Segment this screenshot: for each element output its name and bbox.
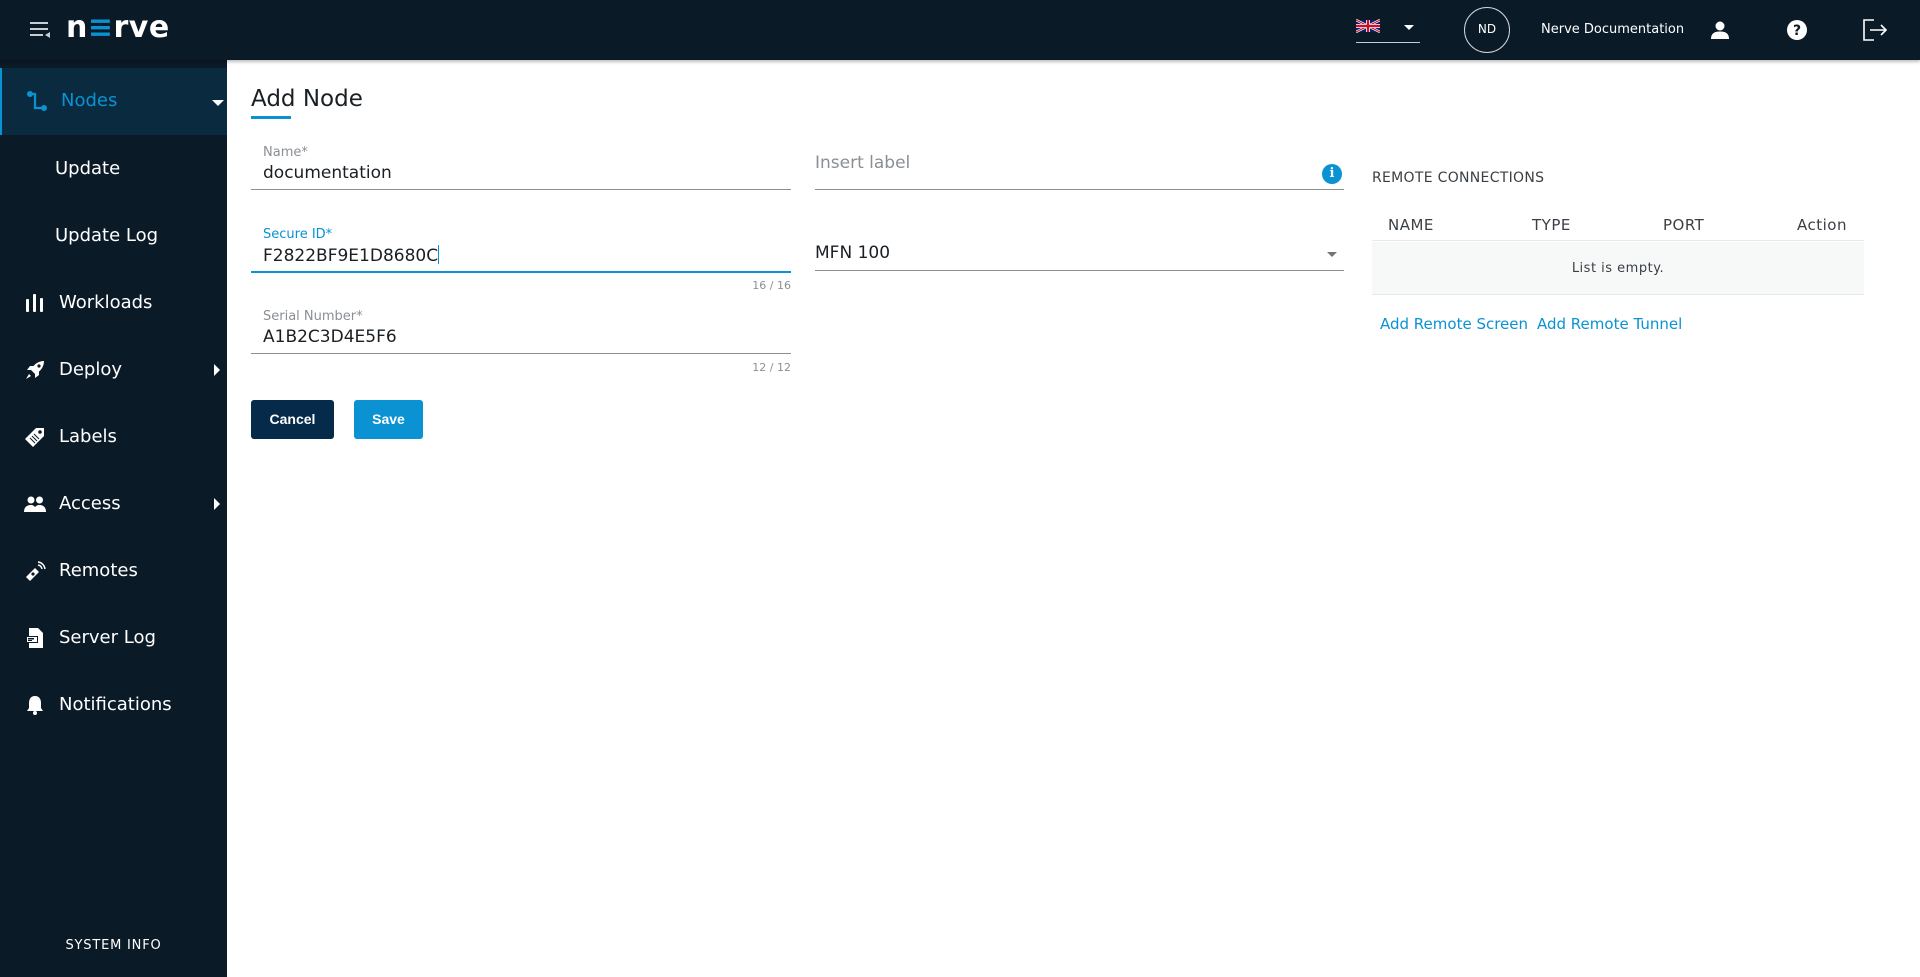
sidebar-item-deploy[interactable]: Deploy [0,337,227,404]
secure-id-value: F2822BF9E1D8680C [263,246,439,266]
rocket-icon [26,361,44,379]
sidebar-item-access[interactable]: Access [0,471,227,538]
page-title: Add Node [251,86,363,112]
sidebar-item-label: Notifications [59,694,172,715]
nerve-logo[interactable]: n≡rve [66,10,170,45]
sidebar-item-notifications[interactable]: Notifications [0,672,227,739]
serial-number-input[interactable]: A1B2C3D4E5F6 [263,327,397,347]
labels-input[interactable]: Insert label [815,153,910,173]
column-header-port: PORT [1663,216,1705,234]
column-header-name: NAME [1388,216,1434,234]
add-remote-screen-link[interactable]: Add Remote Screen [1380,315,1528,333]
secure-id-counter: 16 / 16 [752,279,791,292]
serial-number-field[interactable]: Serial Number* A1B2C3D4E5F6 12 / 12 [251,309,791,375]
user-icon[interactable] [1710,20,1730,40]
name-input[interactable]: documentation [263,163,392,183]
column-header-type: TYPE [1532,216,1571,234]
info-icon[interactable]: i [1322,164,1342,184]
sidebar-item-label: Update [55,158,121,179]
chevron-right-icon [214,364,220,376]
sidebar-item-label: Update Log [55,225,159,246]
sidebar-item-label: Nodes [61,90,118,111]
sidebar-item-label: Access [59,493,121,514]
system-info-link[interactable]: SYSTEM INFO [0,938,227,953]
menu-collapse-icon[interactable] [30,20,52,40]
chevron-down-icon [212,100,224,106]
remote-connections-table-header: NAME TYPE PORT Action [1372,214,1864,241]
sidebar-item-label: Deploy [59,359,123,380]
name-label: Name* [263,145,308,160]
secure-id-field[interactable]: Secure ID* F2822BF9E1D8680C 16 / 16 [251,227,791,293]
svg-text:?: ? [1793,23,1801,39]
server-log-icon [26,628,43,648]
chevron-down-icon [1327,252,1337,257]
top-bar: n≡rve ND Nerve Documentation ? [0,0,1920,60]
secure-id-label: Secure ID* [263,227,333,242]
sidebar-item-remotes[interactable]: Remotes [0,538,227,605]
sidebar-item-update[interactable]: Update [0,136,227,203]
language-select[interactable] [1356,16,1420,43]
sidebar-item-label: Workloads [59,292,153,313]
secure-id-input[interactable]: F2822BF9E1D8680C [263,245,440,266]
chevron-right-icon [214,498,220,510]
remote-icon [26,561,46,581]
add-remote-tunnel-link[interactable]: Add Remote Tunnel [1537,315,1682,333]
serial-number-counter: 12 / 12 [752,361,791,374]
sidebar-item-label: Remotes [59,560,138,581]
sidebar-item-workloads[interactable]: Workloads [0,270,227,337]
save-button[interactable]: Save [354,400,423,439]
sidebar-item-nodes[interactable]: Nodes [0,68,227,135]
sidebar-item-label: Server Log [59,627,156,648]
workloads-icon [26,294,43,312]
sidebar-item-label: Labels [59,426,117,447]
username: Nerve Documentation [1541,22,1685,37]
remote-connections-title: REMOTE CONNECTIONS [1372,170,1545,186]
serial-number-label: Serial Number* [263,309,363,324]
labels-field[interactable]: Insert label [815,145,1344,191]
sidebar: Nodes Update Update Log Workloads Deploy [0,60,227,977]
sidebar-item-server-log[interactable]: Server Log [0,605,227,672]
column-header-action: Action [1797,216,1847,234]
tag-icon [25,428,44,447]
title-underline [251,116,291,119]
users-icon [24,496,46,512]
sidebar-item-update-log[interactable]: Update Log [0,203,227,270]
bell-icon [27,696,43,715]
help-icon[interactable]: ? [1786,19,1808,41]
avatar[interactable]: ND [1464,7,1510,53]
model-select[interactable]: MFN 100 [815,230,1344,272]
uk-flag-icon [1356,18,1380,34]
cancel-button[interactable]: Cancel [251,400,334,439]
empty-list-message: List is empty. [1372,242,1864,295]
text-cursor [438,245,440,264]
nodes-icon [27,91,47,111]
model-value: MFN 100 [815,243,891,263]
chevron-down-icon [1404,25,1414,30]
name-field[interactable]: Name* documentation [251,145,791,191]
sidebar-item-labels[interactable]: Labels [0,404,227,471]
logout-icon[interactable] [1862,18,1888,42]
